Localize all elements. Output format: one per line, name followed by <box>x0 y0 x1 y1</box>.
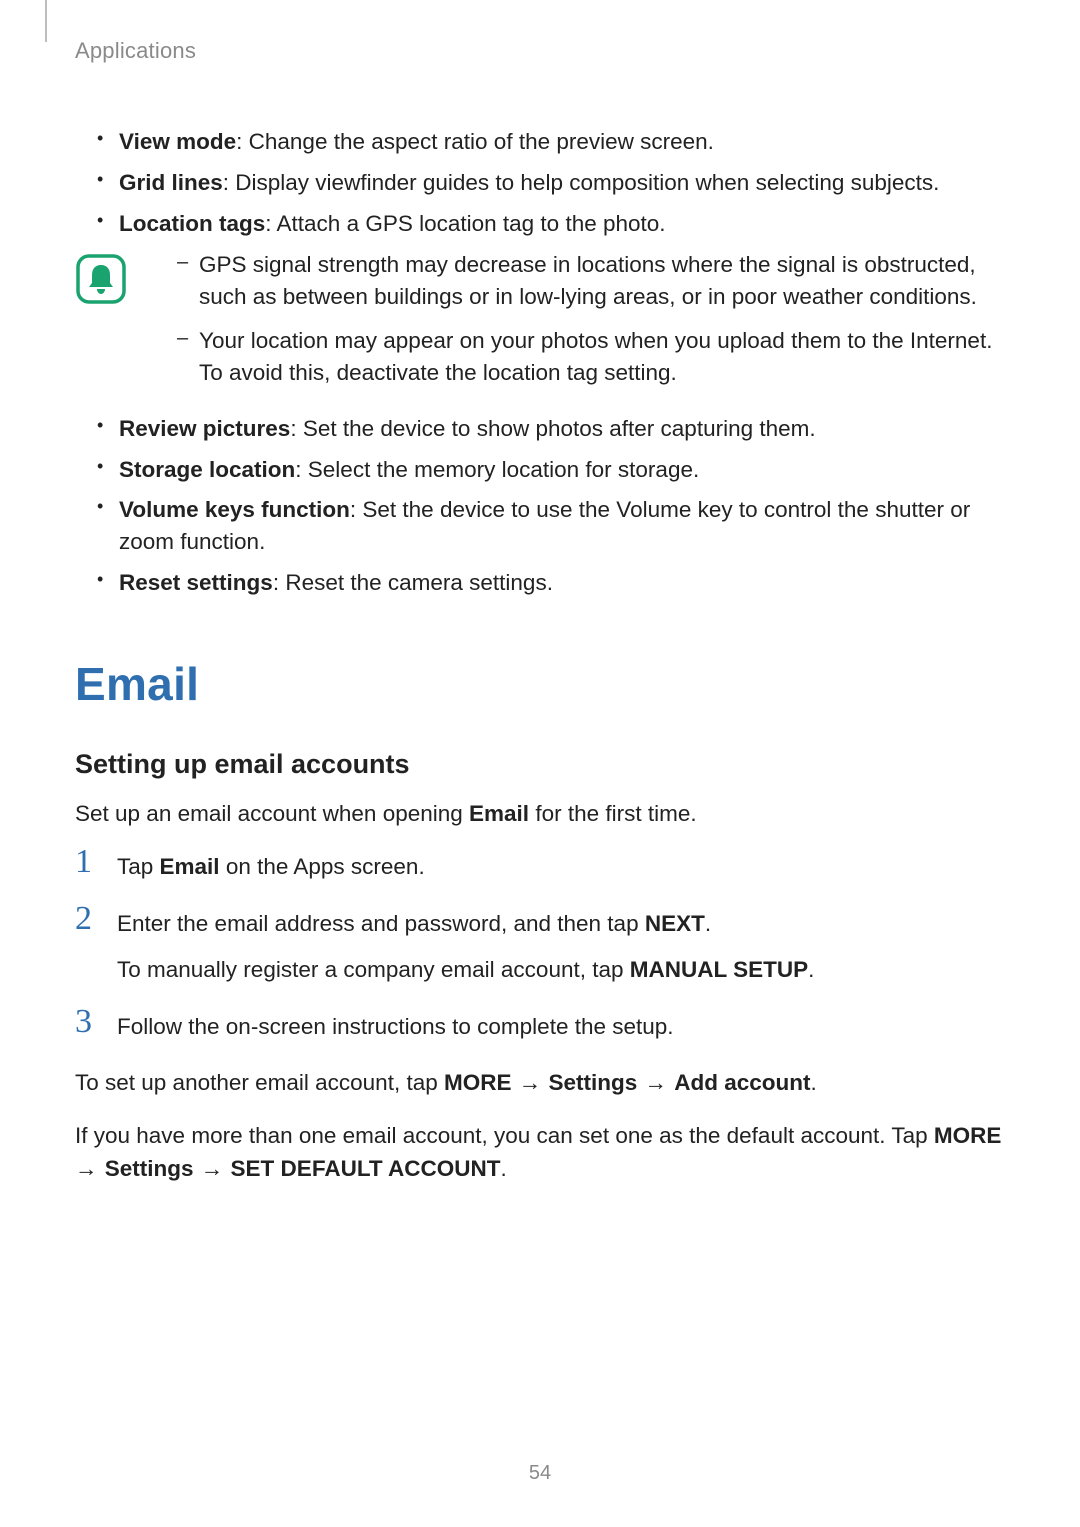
inline-bold: Settings <box>105 1156 194 1181</box>
inline-text: To manually register a company email acc… <box>117 957 630 982</box>
page-number: 54 <box>0 1462 1080 1485</box>
default-account-paragraph: If you have more than one email account,… <box>75 1120 1005 1185</box>
list-item: Location tags: Attach a GPS location tag… <box>97 208 1005 240</box>
inline-bold: Add account <box>674 1070 810 1095</box>
header-tick-mark <box>45 0 47 42</box>
list-item-term: Reset settings <box>119 570 273 595</box>
list-item: Grid lines: Display viewfinder guides to… <box>97 167 1005 199</box>
inline-text: . <box>808 957 814 982</box>
intro-bold: Email <box>469 801 529 826</box>
inline-text: Enter the email address and password, an… <box>117 911 645 936</box>
document-page: Applications View mode: Change the aspec… <box>0 0 1080 1185</box>
list-item: Reset settings: Reset the camera setting… <box>97 567 1005 599</box>
inline-bold: Email <box>160 854 220 879</box>
list-item-desc: : Attach a GPS location tag to the photo… <box>265 211 665 236</box>
page-header: Applications <box>75 38 1005 64</box>
inline-bold: MORE <box>934 1123 1002 1148</box>
step-item: 3 Follow the on-screen instructions to c… <box>75 1011 1005 1044</box>
arrow-separator: → <box>511 1070 548 1095</box>
inline-bold: Settings <box>549 1070 638 1095</box>
camera-settings-list-2: Review pictures: Set the device to show … <box>75 413 1005 600</box>
another-account-paragraph: To set up another email account, tap MOR… <box>75 1067 1005 1100</box>
info-note-body: GPS signal strength may decrease in loca… <box>133 249 1005 401</box>
inline-text: . <box>501 1156 507 1181</box>
note-item: GPS signal strength may decrease in loca… <box>177 249 1005 313</box>
inline-text: If you have more than one email account,… <box>75 1123 934 1148</box>
step-item: 1 Tap Email on the Apps screen. <box>75 851 1005 884</box>
list-item-term: Grid lines <box>119 170 223 195</box>
step-number: 3 <box>75 1003 92 1041</box>
info-note-block: GPS signal strength may decrease in loca… <box>75 249 1005 401</box>
list-item-term: Location tags <box>119 211 265 236</box>
inline-bold: NEXT <box>645 911 705 936</box>
list-item-term: Storage location <box>119 457 295 482</box>
step-item: 2 Enter the email address and password, … <box>75 908 1005 987</box>
list-item-desc: : Change the aspect ratio of the preview… <box>236 129 714 154</box>
list-item-desc: : Select the memory location for storage… <box>295 457 699 482</box>
inline-text: . <box>705 911 711 936</box>
inline-text: Follow the on-screen instructions to com… <box>117 1014 674 1039</box>
list-item-desc: : Reset the camera settings. <box>273 570 553 595</box>
step-text: Enter the email address and password, an… <box>117 908 1005 941</box>
intro-pre: Set up an email account when opening <box>75 801 469 826</box>
camera-settings-list-1: View mode: Change the aspect ratio of th… <box>75 126 1005 240</box>
info-bell-icon <box>75 253 133 305</box>
list-item: Storage location: Select the memory loca… <box>97 454 1005 486</box>
inline-text: on the Apps screen. <box>220 854 425 879</box>
list-item: Volume keys function: Set the device to … <box>97 494 1005 558</box>
subsection-heading: Setting up email accounts <box>75 749 1005 780</box>
list-item: View mode: Change the aspect ratio of th… <box>97 126 1005 158</box>
inline-bold: SET DEFAULT ACCOUNT <box>231 1156 501 1181</box>
list-item-term: View mode <box>119 129 236 154</box>
inline-text: . <box>811 1070 817 1095</box>
intro-paragraph: Set up an email account when opening Ema… <box>75 798 1005 831</box>
inline-bold: MORE <box>444 1070 512 1095</box>
intro-post: for the first time. <box>529 801 697 826</box>
section-heading-email: Email <box>75 657 1005 711</box>
inline-text: To set up another email account, tap <box>75 1070 444 1095</box>
step-subtext: To manually register a company email acc… <box>117 954 1005 987</box>
header-breadcrumb: Applications <box>75 38 1005 64</box>
inline-bold: MANUAL SETUP <box>630 957 808 982</box>
arrow-separator: → <box>194 1156 231 1181</box>
list-item-desc: : Set the device to show photos after ca… <box>290 416 815 441</box>
list-item-desc: : Display viewfinder guides to help comp… <box>223 170 940 195</box>
list-item-term: Review pictures <box>119 416 290 441</box>
inline-text: Tap <box>117 854 160 879</box>
step-number: 1 <box>75 843 92 881</box>
step-list: 1 Tap Email on the Apps screen. 2 Enter … <box>75 851 1005 1044</box>
list-item: Review pictures: Set the device to show … <box>97 413 1005 445</box>
arrow-separator: → <box>637 1070 674 1095</box>
info-note-list: GPS signal strength may decrease in loca… <box>133 249 1005 389</box>
note-item: Your location may appear on your photos … <box>177 325 1005 389</box>
list-item-term: Volume keys function <box>119 497 350 522</box>
step-number: 2 <box>75 900 92 938</box>
step-text: Follow the on-screen instructions to com… <box>117 1011 1005 1044</box>
step-text: Tap Email on the Apps screen. <box>117 851 1005 884</box>
